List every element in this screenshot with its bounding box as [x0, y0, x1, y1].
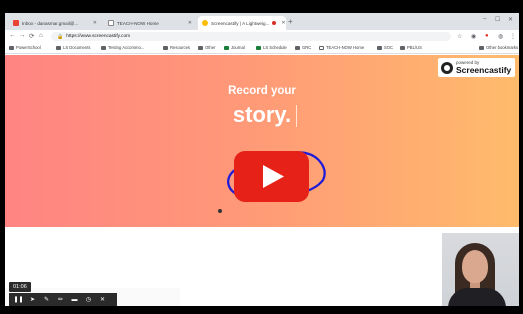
webcam-body [448, 288, 506, 306]
close-window-icon[interactable]: ✕ [508, 16, 513, 23]
page-icon [108, 20, 114, 26]
close-icon[interactable]: ✕ [97, 294, 108, 305]
extension-icon[interactable]: ◉ [471, 33, 476, 40]
screencastify-logo-icon [441, 61, 453, 74]
webcam-overlay [442, 233, 519, 306]
bookmark-label: PowerSchool [16, 45, 41, 50]
bookmark-testing[interactable]: Testing Accommo... [101, 45, 144, 50]
tab-title: TEACH-NOW Home [117, 20, 159, 26]
bookmark-soc[interactable]: SOC [377, 45, 393, 50]
bookmark-label: Journal [231, 45, 245, 50]
tab-title: Screencastify | A Lightweig... [211, 20, 270, 26]
hero-line-2: story. [232, 102, 292, 127]
minimize-icon[interactable]: – [483, 16, 486, 22]
bookmark-grc[interactable]: GRC [295, 45, 311, 50]
bookmark-ls-schedule[interactable]: LS Schedule [256, 45, 287, 50]
bookmark-resources[interactable]: Resources [163, 45, 190, 50]
bookmark-label: SOC [384, 45, 394, 50]
maximize-icon[interactable]: ☐ [495, 16, 500, 23]
gmail-icon [13, 20, 19, 26]
bookmark-pbl-us[interactable]: PBL/US [400, 45, 422, 50]
folder-icon [9, 45, 14, 50]
screencastify-badge[interactable]: powered by Screencastify [438, 58, 515, 77]
close-icon[interactable]: ✕ [188, 20, 192, 26]
page-icon [319, 45, 324, 50]
menu-icon[interactable]: ⋮ [510, 33, 516, 40]
screencastify-icon [202, 20, 208, 26]
timer-icon[interactable]: ◷ [83, 294, 94, 305]
bookmark-ls-documents[interactable]: LS Documents [56, 45, 90, 50]
bookmark-label: LS Documents [63, 45, 91, 50]
bookmark-label: LS Schedule [263, 45, 287, 50]
bookmark-label: Other [205, 45, 216, 50]
url-text: https://www.screencastify.com [66, 34, 131, 39]
pause-icon[interactable]: ❚❚ [13, 294, 24, 305]
bookmark-other[interactable]: Other [198, 45, 215, 50]
screencastify-extension-icon[interactable]: ● [485, 33, 489, 39]
folder-icon [295, 45, 300, 50]
new-tab-icon[interactable]: + [288, 17, 293, 26]
eraser-icon[interactable]: ▬ [69, 294, 80, 305]
bookmark-label: Other bookmarks [486, 45, 519, 50]
profile-icon[interactable]: ◍ [498, 33, 503, 40]
address-bar[interactable]: 🔒 https://www.screencastify.com [51, 32, 451, 41]
forward-icon[interactable]: → [19, 32, 26, 39]
text-caret [296, 105, 297, 127]
address-toolbar: ← → ⟳ ⌂ 🔒 https://www.screencastify.com … [5, 30, 519, 43]
home-icon[interactable]: ⌂ [39, 32, 43, 39]
sheet-icon [224, 45, 229, 50]
tab-screencastify[interactable]: Screencastify | A Lightweig... ✕ [198, 16, 286, 30]
close-icon[interactable]: ✕ [93, 20, 97, 26]
mouse-cursor [218, 209, 222, 213]
bookmark-other-bookmarks[interactable]: Other bookmarks [479, 45, 518, 50]
badge-text: powered by Screencastify [456, 60, 512, 75]
video-frame: Inbox - danasmar.gmail@... ✕ TEACH-NOW H… [0, 0, 523, 314]
tab-teach-now[interactable]: TEACH-NOW Home ✕ [104, 16, 196, 30]
bookmark-label: PBL/US [407, 45, 422, 50]
bookmark-label: TEACH-NOW Home [326, 45, 365, 50]
bookmark-label: GRC [302, 45, 312, 50]
folder-icon [198, 45, 203, 50]
youtube-play-button[interactable] [234, 151, 309, 202]
badge-brand: Screencastify [456, 64, 512, 75]
bookmark-powerschool[interactable]: PowerSchool [9, 45, 41, 50]
tab-gmail[interactable]: Inbox - danasmar.gmail@... ✕ [9, 16, 101, 30]
hero-line-1: Record your [228, 85, 296, 97]
sheet-icon [256, 45, 261, 50]
bookmark-label: Testing Accommo... [108, 45, 145, 50]
hero-section: powered by Screencastify Record your sto… [5, 55, 519, 227]
bookmark-label: Resources [170, 45, 191, 50]
recording-icon [272, 21, 277, 25]
folder-icon [377, 45, 382, 50]
pen-icon[interactable]: ✎ [41, 294, 52, 305]
folder-icon [56, 45, 61, 50]
close-icon[interactable]: ✕ [281, 20, 285, 26]
back-icon[interactable]: ← [9, 32, 16, 39]
bookmarks-bar: PowerSchool LS Documents Testing Accommo… [5, 43, 519, 54]
bookmark-journal[interactable]: Journal [224, 45, 245, 50]
bookmark-teach-now[interactable]: TEACH-NOW Home [319, 45, 364, 50]
folder-icon [400, 45, 405, 50]
folder-icon [163, 45, 168, 50]
pointer-icon[interactable]: ➤ [27, 294, 38, 305]
star-icon[interactable]: ☆ [457, 33, 462, 40]
browser-window: Inbox - danasmar.gmail@... ✕ TEACH-NOW H… [5, 13, 519, 306]
highlighter-icon[interactable]: ✏ [55, 294, 66, 305]
tab-strip: Inbox - danasmar.gmail@... ✕ TEACH-NOW H… [5, 13, 519, 30]
recording-timer: 01:06 [9, 282, 31, 292]
reload-icon[interactable]: ⟳ [29, 32, 34, 40]
webcam-face [462, 250, 488, 283]
tab-title: Inbox - danasmar.gmail@... [22, 20, 79, 26]
lock-icon: 🔒 [57, 33, 64, 40]
folder-icon [479, 45, 484, 50]
recording-toolbar: ❚❚ ➤ ✎ ✏ ▬ ◷ ✕ [9, 293, 117, 306]
folder-icon [101, 45, 106, 50]
